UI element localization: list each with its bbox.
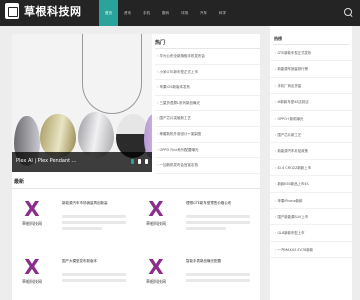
hot-list-item[interactable]: 苹果iOS新版本发布 (155, 80, 260, 96)
hot-list-item[interactable]: OPPO Find系列配置曝光 (155, 143, 260, 159)
article-excerpt-line (186, 221, 250, 224)
hero-caption: Plex AI | Plex Pendant ... (12, 152, 152, 172)
article-excerpt-line (62, 221, 126, 224)
article-thumbnail[interactable]: X 草根科技网 (14, 197, 50, 237)
article-title[interactable]: 智能手表新品曝光配置 (186, 259, 221, 264)
hero-slider[interactable]: Plex AI | Plex Pendant ... (12, 34, 152, 172)
article-card[interactable]: X 草根科技网 智能手表新品曝光配置 (136, 251, 256, 300)
slider-dot[interactable] (131, 159, 134, 164)
article-excerpt-line (62, 215, 126, 218)
nav-item-auto[interactable]: 汽车 (194, 0, 213, 26)
sidebar-item[interactable]: ID.4 CROZZ新款上市 (270, 160, 352, 177)
sidebar-item[interactable]: OPPO+新机曝光 (270, 111, 352, 127)
hot-list-item[interactable]: 荣耀新机外观设计+渲染图 (155, 127, 260, 143)
latest-title: 最新 (14, 179, 25, 185)
hot-list-panel: 热门 华为公布全新旗舰手机发布会 小米GTE新车型正式上市 苹果iOS新版本发布… (155, 34, 260, 174)
divider (12, 188, 260, 189)
site-name: 草根科技网 (24, 5, 82, 18)
article-thumbnail[interactable]: X 草根科技网 (14, 255, 50, 295)
sidebar-item[interactable]: GTE新款车型正式发布 (270, 45, 352, 62)
sidebar-item[interactable]: 国产新能源SUV上市 (270, 209, 352, 226)
logo-icon (5, 3, 19, 19)
article-excerpt-line (62, 273, 126, 276)
sidebar-item[interactable]: 新能源汽车补贴政策 (270, 143, 352, 160)
article-card[interactable]: X 草根科技网 理想GTE新车型预售价格公布 (136, 193, 256, 248)
sidebar-item[interactable]: GL8新款车型上市 (270, 225, 352, 242)
article-card[interactable]: X 草根科技网 国产大模型发布新版本 (12, 251, 132, 300)
sidebar-item[interactable]: 新款K50新品上市4S (270, 176, 352, 193)
hot-list: 华为公布全新旗舰手机发布会 小米GTE新车型正式上市 苹果iOS新版本发布 三星… (155, 49, 260, 174)
sidebar-title: 热榜 (274, 36, 282, 41)
pendant-cord (82, 34, 142, 114)
sidebar-item[interactable]: i6新款车型4S店到店 (270, 94, 352, 111)
hot-list-item[interactable]: 华为公布全新旗舰手机发布会 (155, 49, 260, 65)
thumbnail-brand-text: 草根科技网 (22, 279, 42, 284)
nav-item-review[interactable]: 评测 (175, 0, 194, 26)
article-excerpt-line (186, 227, 226, 230)
sidebar-item[interactable]: 新能源车销量排行榜 (270, 61, 352, 78)
hot-list-item[interactable]: 三星折叠屏L系列新品曝光 (155, 96, 260, 112)
sidebar-item[interactable]: 一汽MAXUS EV78新款 (270, 242, 352, 259)
brand-x-icon: X (148, 255, 164, 279)
hero-caption-text[interactable]: Plex AI | Plex Pendant ... (16, 158, 76, 164)
nav-item-digital[interactable]: 数码 (156, 0, 175, 26)
article-excerpt-line (186, 279, 250, 282)
brand-x-icon: X (24, 197, 40, 221)
slider-dot[interactable] (138, 159, 141, 164)
hot-list-item[interactable]: 小米GTE新车型正式上市 (155, 65, 260, 81)
sidebar-item[interactable]: 手机厂商出货量 (270, 78, 352, 95)
article-title[interactable]: 理想GTE新车型预售价格公布 (186, 201, 231, 206)
nav-item-phone[interactable]: 手机 (137, 0, 156, 26)
hot-list-item[interactable]: 一加新机发布会官宣定档 (155, 158, 260, 174)
article-excerpt-line (62, 279, 126, 282)
nav-item-home[interactable]: 首页 (99, 0, 118, 26)
main-content: Plex AI | Plex Pendant ... 热门 华为公布全新旗舰手机… (12, 34, 260, 300)
nav-item-news[interactable]: 资讯 (118, 0, 137, 26)
slider-dot[interactable] (145, 159, 148, 164)
article-excerpt-line (186, 273, 250, 276)
article-excerpt-line (186, 215, 250, 218)
article-thumbnail[interactable]: X 草根科技网 (138, 197, 174, 237)
article-card[interactable]: X 草根科技网 新能源汽车市场销量再创新高 (12, 193, 132, 248)
brand-x-icon: X (148, 197, 164, 221)
latest-section: 最新 X 草根科技网 新能源汽车市场销量再创新高 X 草根科技网 理想GTE新车… (12, 176, 260, 284)
hot-title: 热门 (155, 40, 166, 46)
article-excerpt-line (62, 227, 102, 230)
thumbnail-brand-text: 草根科技网 (22, 221, 42, 226)
main-nav: 首页 资讯 手机 数码 评测 汽车 科学 (99, 0, 232, 26)
search-icon[interactable] (344, 8, 354, 18)
top-navbar: 草根科技网 首页 资讯 手机 数码 评测 汽车 科学 (0, 0, 360, 26)
thumbnail-brand-text: 草根科技网 (146, 221, 166, 226)
site-logo[interactable]: 草根科技网 (5, 3, 82, 19)
nav-item-science[interactable]: 科学 (213, 0, 232, 26)
article-title[interactable]: 新能源汽车市场销量再创新高 (62, 201, 108, 206)
thumbnail-brand-text: 草根科技网 (146, 279, 166, 284)
article-title[interactable]: 国产大模型发布新版本 (62, 259, 97, 264)
article-thumbnail[interactable]: X 草根科技网 (138, 255, 174, 295)
slider-dots (131, 159, 148, 164)
sidebar: 热榜 GTE新款车型正式发布 新能源车销量排行榜 手机厂商出货量 i6新款车型4… (270, 26, 352, 300)
hot-list-item[interactable]: 国产芯片突破新工艺 (155, 111, 260, 127)
sidebar-item[interactable]: 苹果iPhone新款 (270, 193, 352, 209)
sidebar-item[interactable]: 国产芯片新工艺 (270, 127, 352, 144)
brand-x-icon: X (24, 255, 40, 279)
